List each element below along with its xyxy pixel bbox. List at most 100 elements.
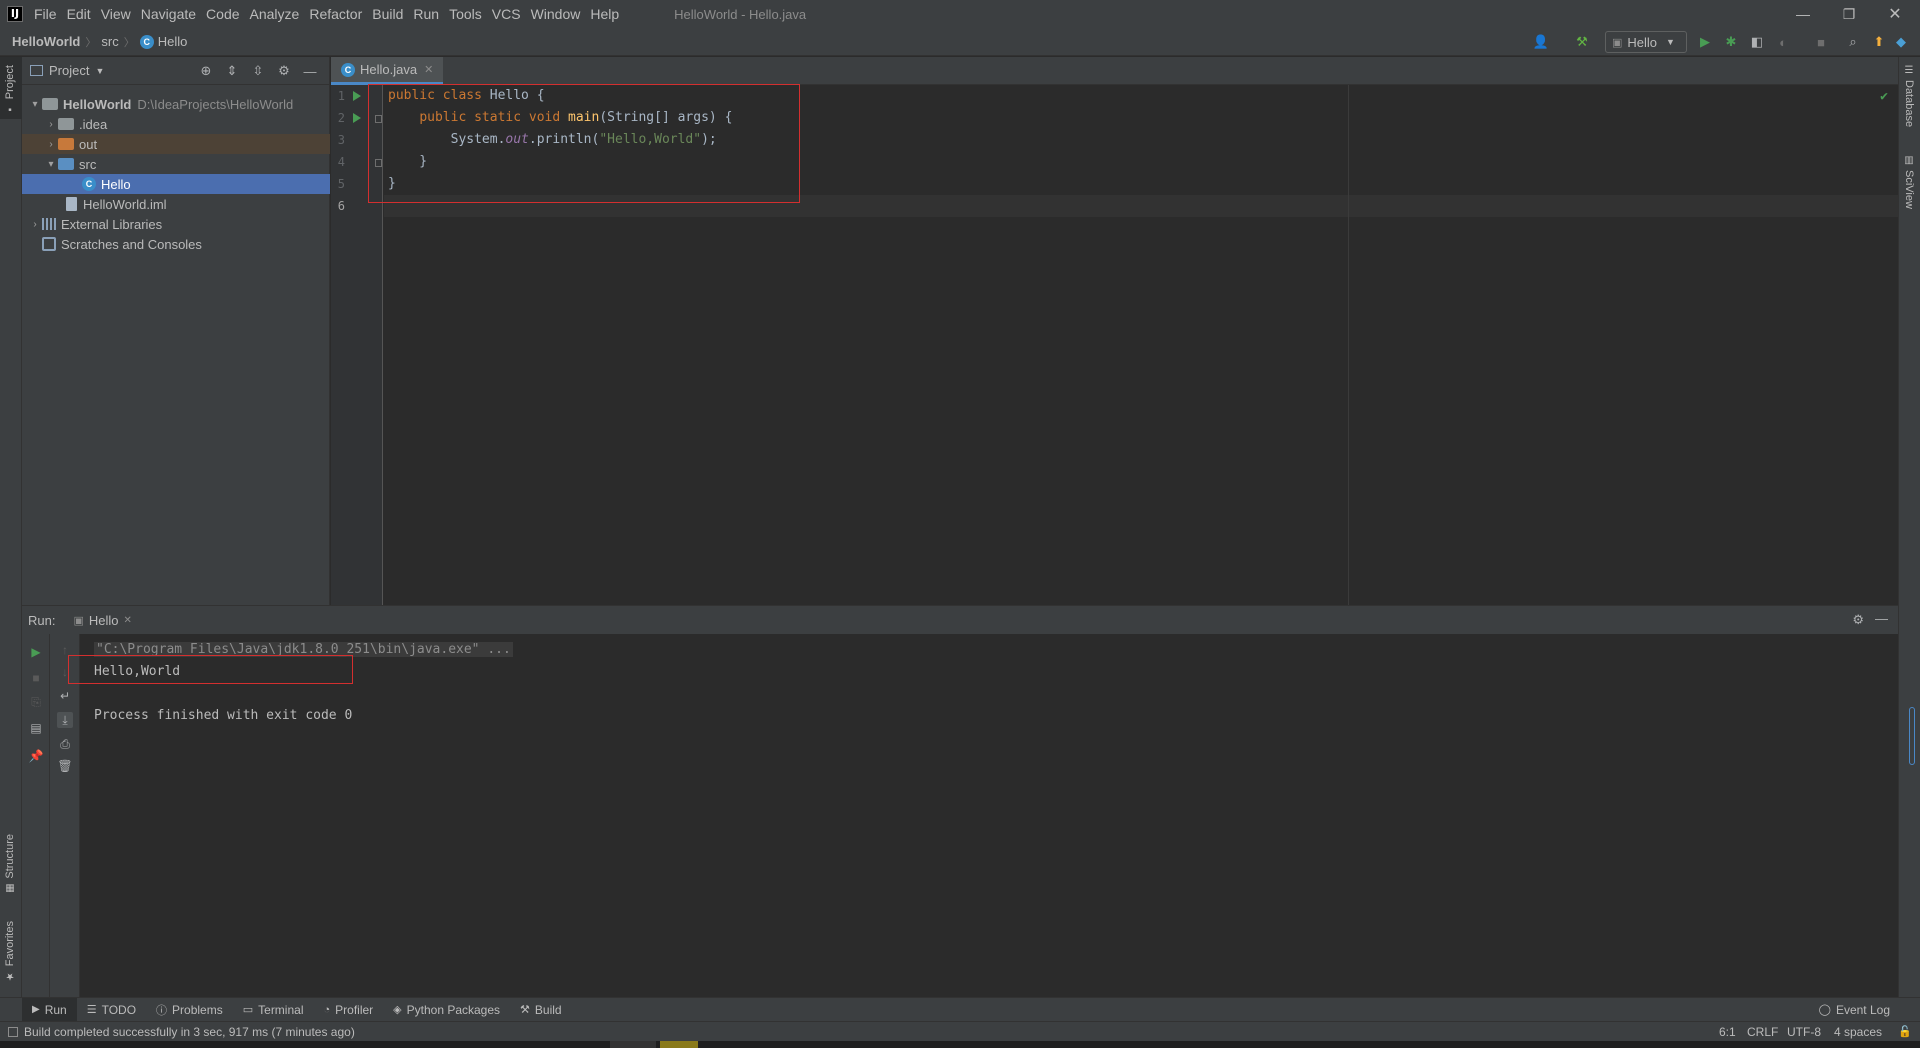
build-hammer-icon: ⚒ <box>520 1004 530 1016</box>
lock-icon[interactable]: 🔓 <box>1898 1025 1912 1038</box>
scroll-to-end-icon[interactable]: ⤓ <box>57 712 73 728</box>
caret-position[interactable]: 6:1 <box>1719 1025 1736 1039</box>
status-toggle-icon[interactable] <box>8 1026 18 1037</box>
debug-icon[interactable]: ✱ <box>1722 33 1740 51</box>
stop-icon[interactable]: ■ <box>1812 33 1830 51</box>
tool-tab-run[interactable]: ▶ Run <box>22 997 77 1022</box>
update-icon[interactable]: ⬆ <box>1870 33 1888 51</box>
class-icon: C <box>82 177 96 191</box>
run-configuration-dropdown[interactable]: ▣ Hello ▼ <box>1605 31 1687 53</box>
tree-item-idea[interactable]: › .idea <box>22 114 330 134</box>
os-taskbar-edge <box>0 1041 1920 1048</box>
chevron-right-icon[interactable]: › <box>44 139 58 150</box>
chevron-down-icon[interactable]: ▼ <box>95 66 104 76</box>
tool-tab-python-packages[interactable]: ◈ Python Packages <box>383 998 510 1022</box>
restore-icon[interactable]: ❐ <box>1826 0 1872 28</box>
tool-tab-problems[interactable]: ⓘ Problems <box>146 998 233 1022</box>
folder-icon <box>58 118 74 130</box>
indent-setting[interactable]: 4 spaces <box>1834 1025 1882 1039</box>
restore-layout-icon[interactable]: ⎘ <box>28 694 44 710</box>
tree-item-out[interactable]: › out <box>22 134 330 154</box>
menu-view[interactable]: View <box>96 0 136 28</box>
coverage-icon[interactable]: ◧ <box>1748 33 1766 51</box>
code-highlight-box <box>368 84 800 203</box>
run-gutter-icon[interactable] <box>353 91 361 101</box>
sciview-tool-tab[interactable]: ▥ SciView <box>1903 155 1915 209</box>
chevron-right-icon[interactable]: › <box>28 219 42 230</box>
hide-panel-icon[interactable]: — <box>302 63 318 79</box>
tool-tab-terminal[interactable]: ▭ Terminal <box>233 998 314 1022</box>
menu-refactor[interactable]: Refactor <box>304 0 367 28</box>
minimize-icon[interactable]: — <box>1780 0 1826 28</box>
trash-icon[interactable]: 🗑 <box>57 758 73 774</box>
file-encoding[interactable]: UTF-8 <box>1787 1025 1821 1039</box>
editor-tab-hello-java[interactable]: C Hello.java ✕ <box>331 57 444 85</box>
chevron-down-icon[interactable]: ▾ <box>28 99 42 110</box>
tree-item-external-libraries[interactable]: › External Libraries <box>22 214 330 234</box>
close-tab-icon[interactable]: ✕ <box>424 63 433 76</box>
inspection-ok-icon[interactable]: ✔ <box>1880 89 1888 104</box>
run-icon[interactable]: ▶ <box>1696 33 1714 51</box>
menu-run[interactable]: Run <box>408 0 444 28</box>
chevron-down-icon[interactable]: ▾ <box>44 159 58 170</box>
favorites-tool-tab[interactable]: ★ Favorites <box>4 921 16 981</box>
tree-item-label: Scratches and Consoles <box>61 236 202 252</box>
gear-icon[interactable]: ⚙ <box>276 63 292 79</box>
menu-help[interactable]: Help <box>585 0 624 28</box>
project-panel-title[interactable]: Project <box>49 63 89 78</box>
build-hammer-icon[interactable]: ⚒ <box>1573 33 1591 51</box>
close-icon[interactable]: ✕ <box>1872 0 1918 28</box>
tree-item-label: HelloWorld <box>63 96 132 112</box>
menu-build[interactable]: Build <box>367 0 408 28</box>
database-tool-tab[interactable]: ☰ Database <box>1903 65 1915 127</box>
tree-item-src[interactable]: ▾ src <box>22 154 330 174</box>
project-tool-tab[interactable]: ▪ Project <box>4 65 16 114</box>
structure-icon: ▦ <box>4 882 16 894</box>
menu-navigate[interactable]: Navigate <box>136 0 201 28</box>
breadcrumb-file[interactable]: Hello <box>158 34 188 49</box>
tree-item-root[interactable]: ▾ HelloWorld D:\IdeaProjects\HelloWorld <box>22 94 330 114</box>
structure-tool-tab[interactable]: ▦ Structure <box>4 834 16 894</box>
chevron-right-icon[interactable]: › <box>44 119 58 130</box>
tree-item-hello[interactable]: C Hello <box>22 174 330 194</box>
rerun-icon[interactable]: ▶ <box>28 644 44 660</box>
soft-wrap-icon[interactable]: ↵ <box>57 688 73 704</box>
breadcrumb-project[interactable]: HelloWorld <box>12 34 80 49</box>
locate-file-icon[interactable]: ⊕ <box>198 63 214 79</box>
tool-tab-build[interactable]: ⚒ Build <box>510 998 572 1022</box>
menu-vcs[interactable]: VCS <box>487 0 526 28</box>
tool-tab-todo[interactable]: ☰ TODO <box>77 998 146 1022</box>
profile-icon[interactable]: ◐ <box>1774 33 1792 51</box>
run-tab-hello[interactable]: ▣ Hello ✕ <box>73 613 131 628</box>
tool-tab-event-log[interactable]: ◯ Event Log <box>1809 998 1900 1022</box>
breadcrumb-folder[interactable]: src <box>101 34 118 49</box>
print-icon[interactable]: ⎙ <box>57 736 73 752</box>
menu-analyze[interactable]: Analyze <box>245 0 305 28</box>
stop-icon[interactable]: ■ <box>28 670 44 686</box>
pin-icon[interactable]: 📌 <box>28 748 44 764</box>
user-icon[interactable]: 👤 <box>1532 33 1550 51</box>
expand-all-icon[interactable]: ⇕ <box>224 63 240 79</box>
close-tab-icon[interactable]: ✕ <box>124 615 132 626</box>
packages-icon: ◈ <box>393 1004 402 1016</box>
tree-item-scratches[interactable]: Scratches and Consoles <box>22 234 330 254</box>
gear-icon[interactable]: ⚙ <box>1852 612 1864 628</box>
tree-item-iml[interactable]: HelloWorld.iml <box>22 194 330 214</box>
hide-panel-icon[interactable]: — <box>1875 611 1888 626</box>
console-output[interactable]: "C:\Program Files\Java\jdk1.8.0_251\bin\… <box>80 634 1898 998</box>
menu-tools[interactable]: Tools <box>444 0 487 28</box>
run-gutter-icon[interactable] <box>353 113 361 123</box>
menu-edit[interactable]: Edit <box>62 0 96 28</box>
menu-file[interactable]: File <box>29 0 62 28</box>
search-icon[interactable]: ⌕ <box>1844 33 1862 51</box>
module-folder-icon <box>42 98 58 110</box>
tool-tab-profiler[interactable]: ◔ Profiler <box>314 998 384 1022</box>
status-message[interactable]: Build completed successfully in 3 sec, 9… <box>24 1025 355 1039</box>
layout-icon[interactable]: ▤ <box>28 720 44 736</box>
intellij-logo-icon: IJ <box>7 6 23 22</box>
line-separator[interactable]: CRLF <box>1747 1025 1778 1039</box>
menu-code[interactable]: Code <box>201 0 244 28</box>
menu-window[interactable]: Window <box>526 0 586 28</box>
plugin-logo-icon[interactable]: ◆ <box>1892 33 1910 51</box>
collapse-all-icon[interactable]: ⇳ <box>250 63 266 79</box>
